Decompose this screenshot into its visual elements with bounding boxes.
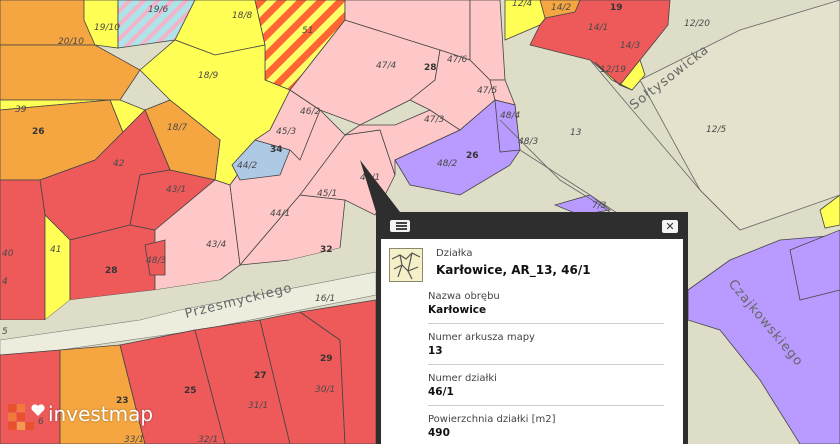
svg-text:25: 25	[184, 386, 197, 396]
field-parcel-number-value: 46/1	[428, 386, 454, 398]
svg-text:48/4: 48/4	[500, 111, 520, 121]
close-button[interactable]: ✕	[662, 220, 678, 233]
popup-header: Działka Karłowice, AR_13, 46/1	[389, 248, 679, 284]
popup-body: Działka Karłowice, AR_13, 46/1 Nazwa obr…	[381, 239, 683, 444]
svg-text:48/2: 48/2	[437, 159, 457, 169]
brand-name: investmap	[48, 402, 154, 426]
svg-text:16/1: 16/1	[315, 294, 335, 304]
svg-text:44/1: 44/1	[270, 209, 290, 219]
popup-toolbar: ✕	[376, 212, 688, 234]
svg-text:41: 41	[50, 245, 61, 255]
svg-text:47/4: 47/4	[376, 61, 396, 71]
svg-text:14/3: 14/3	[620, 41, 640, 51]
field-map-sheet-value: 13	[428, 345, 443, 357]
svg-text:48/3: 48/3	[146, 256, 166, 266]
divider	[428, 364, 664, 365]
field-precinct: Nazwa obrębu Karłowice	[428, 291, 664, 316]
svg-text:30/1: 30/1	[315, 385, 335, 395]
svg-text:40: 40	[2, 249, 14, 259]
parcel-info-popup: ✕ Działka Karłowice, AR_13, 46/1 Nazwa o…	[376, 212, 688, 444]
svg-text:18/9: 18/9	[198, 71, 218, 81]
field-parcel-number: Numer działki 46/1	[428, 373, 664, 398]
field-parcel-number-key: Numer działki	[428, 373, 497, 384]
divider	[428, 405, 664, 406]
svg-text:14/2: 14/2	[551, 3, 571, 13]
logo-square	[8, 404, 16, 412]
svg-text:26: 26	[466, 151, 479, 161]
svg-text:28: 28	[424, 63, 437, 73]
divider	[428, 323, 664, 324]
svg-text:47/5: 47/5	[477, 86, 497, 96]
layer-type: Działka	[436, 248, 473, 259]
svg-text:47/6: 47/6	[447, 55, 467, 65]
svg-text:20/10: 20/10	[58, 37, 84, 47]
logo-square	[26, 422, 34, 430]
svg-text:32/1: 32/1	[198, 435, 218, 444]
parcel-title: Karłowice, AR_13, 46/1	[436, 263, 591, 277]
investmap-logo: investmap	[8, 402, 158, 436]
svg-text:31/1: 31/1	[248, 401, 268, 411]
svg-text:19/10: 19/10	[94, 23, 120, 33]
logo-square	[17, 404, 25, 412]
svg-text:51: 51	[302, 26, 313, 36]
svg-text:5: 5	[2, 327, 8, 337]
svg-text:29: 29	[320, 354, 333, 364]
svg-text:28: 28	[105, 266, 118, 276]
svg-text:19: 19	[610, 3, 623, 13]
svg-text:32: 32	[320, 245, 333, 255]
svg-text:12/20: 12/20	[684, 19, 710, 29]
svg-text:18/8: 18/8	[232, 11, 252, 21]
list-icon[interactable]	[390, 220, 410, 232]
heart-pin-icon	[31, 404, 45, 416]
field-area-key: Powierzchnia działki [m2]	[428, 414, 556, 425]
logo-square	[17, 413, 25, 421]
parcel-map-icon	[389, 248, 423, 282]
svg-text:12/19: 12/19	[600, 65, 626, 75]
svg-text:39: 39	[15, 105, 27, 115]
field-area-value: 490	[428, 427, 450, 439]
svg-text:46/2: 46/2	[300, 107, 320, 117]
svg-text:26: 26	[32, 127, 45, 137]
svg-text:13: 13	[570, 128, 582, 138]
svg-text:12/4: 12/4	[512, 0, 532, 9]
svg-text:48/3: 48/3	[518, 137, 538, 147]
svg-text:34: 34	[270, 145, 283, 155]
field-precinct-value: Karłowice	[428, 304, 487, 316]
svg-text:4: 4	[2, 277, 8, 287]
svg-text:19/6: 19/6	[148, 5, 168, 15]
svg-text:33/1: 33/1	[124, 435, 144, 444]
field-map-sheet-key: Numer arkusza mapy	[428, 332, 535, 343]
svg-text:44/2: 44/2	[237, 161, 257, 171]
svg-text:12/5: 12/5	[706, 125, 726, 135]
svg-text:45/1: 45/1	[317, 189, 337, 199]
svg-text:14/1: 14/1	[588, 23, 608, 33]
logo-square	[8, 413, 16, 421]
svg-text:45/3: 45/3	[276, 127, 296, 137]
svg-text:43/1: 43/1	[166, 185, 186, 195]
logo-square	[8, 422, 16, 430]
svg-text:27: 27	[254, 371, 267, 381]
svg-text:42: 42	[113, 159, 125, 169]
field-area: Powierzchnia działki [m2] 490	[428, 414, 664, 439]
field-map-sheet: Numer arkusza mapy 13	[428, 332, 664, 357]
svg-text:47/3: 47/3	[424, 115, 444, 125]
svg-text:18/7: 18/7	[167, 123, 187, 133]
svg-text:43/4: 43/4	[206, 240, 226, 250]
svg-text:7/3: 7/3	[592, 201, 607, 211]
field-precinct-key: Nazwa obrębu	[428, 291, 500, 302]
logo-square	[17, 422, 25, 430]
